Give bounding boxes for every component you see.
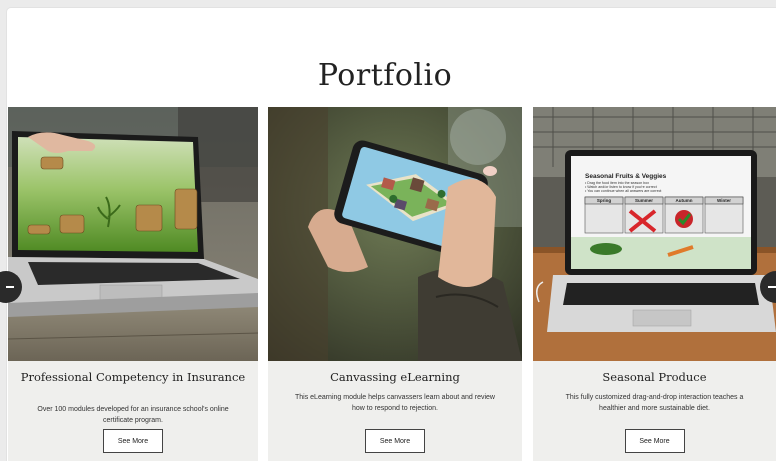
card-description: Over 100 modules developed for an insura…	[37, 406, 229, 424]
arrow-left-icon	[6, 286, 14, 288]
portfolio-card-canvassing: Canvassing eLearning This eLearning modu…	[268, 107, 522, 461]
portfolio-card-seasonal: Seasonal Fruits & Veggies • Drag the foo…	[533, 107, 776, 461]
see-more-button[interactable]: See More	[365, 429, 425, 453]
card-title: Canvassing eLearning	[330, 370, 460, 384]
season-label: Spring	[596, 198, 612, 203]
card-image-laptop-coins[interactable]	[8, 107, 258, 361]
screen-instruction: • You can continue when all answers are …	[585, 189, 662, 193]
see-more-button[interactable]: See More	[103, 429, 163, 453]
see-more-button[interactable]: See More	[624, 429, 685, 453]
card-title: Seasonal Produce	[602, 370, 707, 384]
season-label: Autumn	[675, 198, 693, 203]
season-label: Summer	[634, 198, 653, 203]
page-title: Portfolio	[317, 58, 453, 93]
card-image-laptop-seasonal[interactable]: Seasonal Fruits & Veggies • Drag the foo…	[533, 107, 776, 361]
season-label: Winter	[717, 198, 731, 203]
card-title: Professional Competency in Insurance	[20, 370, 246, 384]
card-description: This eLearning module helps canvassers l…	[294, 394, 495, 412]
portfolio-card-insurance: Professional Competency in Insurance Ove…	[8, 107, 258, 461]
card-image-phone-map[interactable]	[268, 107, 522, 361]
screen-heading: Seasonal Fruits & Veggies	[585, 173, 667, 180]
card-description: This fully customized drag-and-drop inte…	[565, 394, 744, 412]
arrow-right-icon	[768, 286, 776, 288]
